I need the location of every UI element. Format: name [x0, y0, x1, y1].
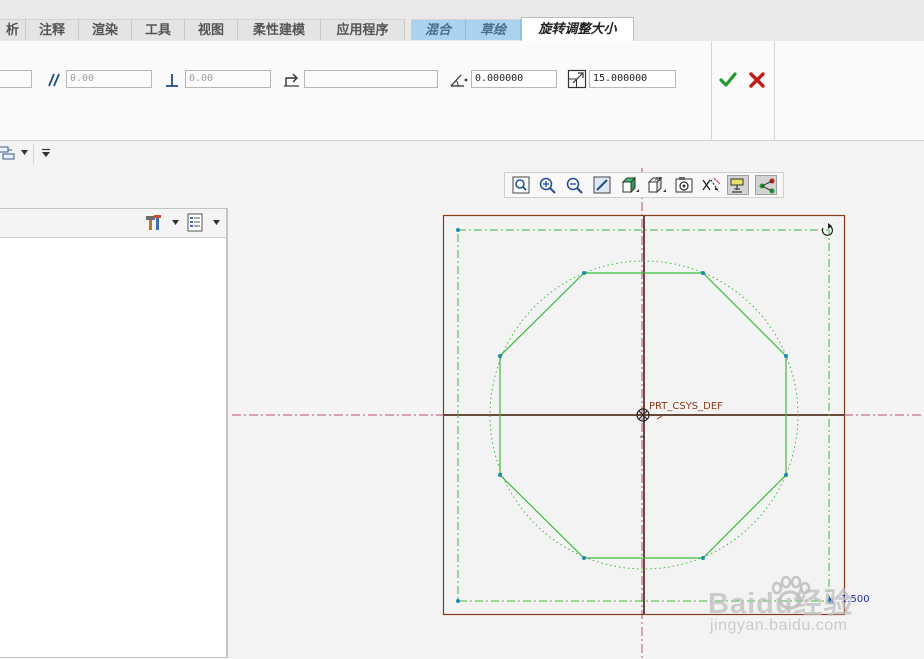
rotation-angle-icon — [450, 74, 468, 87]
tab-rotate-resize[interactable]: 旋转调整大小 — [521, 17, 634, 42]
tab-label: 草绘 — [479, 23, 506, 38]
rotate-handle-icon[interactable] — [821, 223, 834, 236]
customize-toolbar-icon[interactable] — [41, 148, 51, 158]
datum-display-icon[interactable] — [700, 175, 722, 195]
zoom-out-icon[interactable] — [564, 175, 586, 195]
csys-origin-icon — [636, 408, 650, 438]
tab-blend[interactable]: 混合 — [411, 19, 466, 40]
dashboard-separator — [774, 41, 775, 140]
reference-field[interactable] — [304, 70, 438, 88]
octagon-sketch — [499, 272, 787, 559]
toolbar-separator — [33, 144, 34, 164]
tab-applications[interactable]: 应用程序 — [321, 19, 405, 40]
watermark-url: jingyan.baidu.com — [710, 617, 848, 634]
reference-arrow-icon — [284, 73, 299, 87]
close-icon[interactable] — [747, 70, 767, 90]
watermark-brand: Baidu经验 — [708, 588, 854, 620]
graphics-toolbar-row — [0, 141, 924, 167]
model-tree-header — [0, 209, 226, 238]
tab-label: 析 — [5, 23, 19, 38]
tree-settings-icon[interactable] — [144, 214, 164, 232]
rotate-resize-dashboard — [0, 41, 924, 141]
parallel-offset-field[interactable] — [66, 70, 152, 88]
csys-label: PRT_CSYS_DEF — [649, 401, 723, 412]
zoom-in-icon[interactable] — [537, 175, 559, 195]
chevron-down-icon[interactable] — [20, 149, 29, 157]
scale-factor-input[interactable] — [593, 71, 672, 87]
sketch-frame — [442, 214, 846, 616]
check-icon[interactable] — [718, 70, 738, 90]
rotation-angle-field[interactable] — [471, 70, 557, 88]
construction-rectangle — [457, 229, 830, 602]
chevron-down-icon[interactable] — [212, 219, 221, 227]
horizontal-move-field[interactable] — [0, 70, 32, 88]
octagon-vertices — [498, 271, 788, 560]
scale-icon — [567, 69, 587, 89]
rotation-angle-input[interactable] — [475, 71, 553, 87]
reference-input[interactable] — [308, 71, 434, 87]
tab-flexible-modeling[interactable]: 柔性建模 — [238, 19, 321, 40]
tab-render[interactable]: 渲染 — [79, 19, 132, 40]
tab-label: 混合 — [424, 23, 451, 38]
view-manager-icon[interactable] — [673, 175, 695, 195]
svg-text:AB: AB — [655, 177, 662, 183]
tab-label: 工具 — [144, 23, 171, 38]
tab-label: 渲染 — [91, 23, 118, 38]
tab-label: 应用程序 — [336, 23, 389, 38]
chevron-down-icon[interactable] — [171, 219, 180, 227]
ribbon-tab-bar: 析 注释 渲染 工具 视图 柔性建模 应用程序 混合 草绘 旋转调整大小 — [0, 0, 924, 42]
tab-label: 注释 — [38, 23, 65, 38]
dashboard-separator — [711, 41, 712, 140]
tab-annotate[interactable]: 注释 — [26, 19, 79, 40]
view-toolbar: AB — [504, 172, 784, 198]
tab-label: 旋转调整大小 — [538, 22, 617, 37]
scale-factor-field[interactable] — [589, 70, 676, 88]
constraints-display-icon[interactable] — [755, 175, 777, 195]
repaint-icon[interactable] — [591, 175, 613, 195]
tab-label: 柔性建模 — [252, 23, 305, 38]
saved-orientations-icon[interactable]: AB — [645, 175, 667, 195]
parallel-icon — [48, 73, 60, 87]
tab-view[interactable]: 视图 — [185, 19, 238, 40]
tab-sketch[interactable]: 草绘 — [466, 19, 521, 40]
perpendicular-offset-input[interactable] — [189, 71, 267, 87]
sketch-display-icon[interactable] — [727, 175, 749, 195]
model-tree-panel — [0, 208, 228, 658]
csys-tick — [656, 415, 663, 420]
vertex-point — [456, 599, 460, 603]
display-style-icon[interactable] — [618, 175, 640, 195]
tab-tools[interactable]: 工具 — [132, 19, 185, 40]
show-list-icon[interactable] — [186, 213, 204, 232]
refit-icon[interactable] — [510, 175, 532, 195]
tab-analysis[interactable]: 析 — [0, 19, 26, 40]
layer-tree-icon[interactable] — [0, 145, 16, 161]
vertex-point — [456, 228, 460, 232]
perpendicular-offset-field[interactable] — [185, 70, 271, 88]
construction-circle — [489, 260, 799, 570]
parallel-offset-input[interactable] — [70, 71, 148, 87]
watermark: Baidu经验 jingyan.baidu.com — [706, 576, 916, 646]
tab-label: 视图 — [197, 23, 224, 38]
perpendicular-icon — [166, 74, 178, 87]
